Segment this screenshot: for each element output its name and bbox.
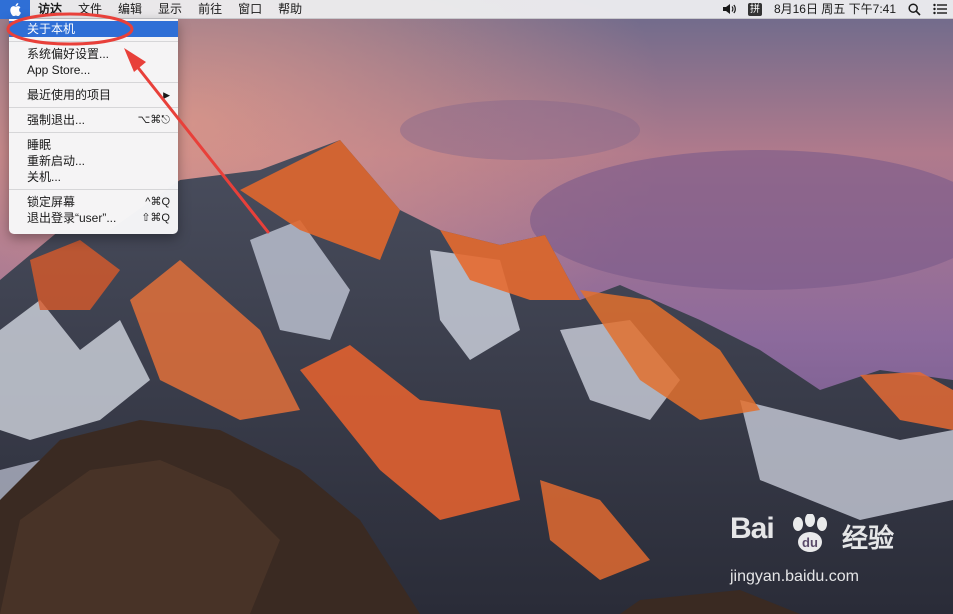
input-method-menu[interactable]: 拼 — [742, 2, 768, 16]
menu-item-recent-items[interactable]: 最近使用的项目 ▶ — [9, 87, 178, 103]
menu-go[interactable]: 前往 — [190, 0, 230, 19]
menu-help[interactable]: 帮助 — [270, 0, 310, 19]
spotlight-button[interactable] — [902, 2, 927, 16]
menu-view[interactable]: 显示 — [150, 0, 190, 19]
notification-center-button[interactable] — [927, 3, 953, 15]
volume-control[interactable] — [716, 3, 742, 15]
menu-item-sleep[interactable]: 睡眠 — [9, 137, 178, 153]
notification-list-icon — [933, 3, 947, 15]
menu-item-label: 关于本机 — [27, 22, 76, 36]
menu-item-system-preferences[interactable]: 系统偏好设置... — [9, 46, 178, 62]
menu-item-force-quit[interactable]: 强制退出... ⌥⌘⎋ — [9, 112, 178, 128]
paw-icon: du — [793, 514, 827, 552]
menu-item-label: 睡眠 — [27, 138, 52, 152]
menu-edit[interactable]: 编辑 — [110, 0, 150, 19]
baidu-jingyan-watermark: Bai du 经验 jingyan.baidu.com — [730, 512, 930, 592]
speaker-icon — [722, 4, 736, 14]
apple-menu-button[interactable] — [0, 0, 30, 19]
menu-item-shortcut: ⌥⌘⎋ — [137, 114, 170, 126]
menu-item-label: 重新启动... — [27, 154, 86, 168]
menu-item-label: 系统偏好设置... — [27, 47, 110, 61]
watermark-url: jingyan.baidu.com — [730, 568, 859, 585]
menu-file[interactable]: 文件 — [70, 0, 110, 19]
magnifier-icon — [908, 2, 921, 16]
menu-item-label: 退出登录“user”... — [27, 211, 117, 225]
menu-item-shortcut: ^⌘Q — [145, 196, 170, 208]
menu-item-log-out[interactable]: 退出登录“user”... ⇧⌘Q — [9, 210, 178, 226]
menu-separator — [9, 82, 178, 83]
menu-separator — [9, 189, 178, 190]
menu-separator — [9, 132, 178, 133]
input-method-indicator: 拼 — [747, 2, 762, 16]
svg-text:du: du — [802, 535, 818, 550]
menu-finder[interactable]: 访达 — [30, 0, 70, 19]
submenu-arrow-icon: ▶ — [163, 90, 170, 100]
menu-item-lock-screen[interactable]: 锁定屏幕 ^⌘Q — [9, 194, 178, 210]
menu-item-shut-down[interactable]: 关机... — [9, 169, 178, 185]
menu-item-label: 强制退出... — [27, 113, 86, 127]
menubar-clock[interactable]: 8月16日 周五 下午7:41 — [768, 0, 902, 19]
menu-item-about-this-mac[interactable]: 关于本机 — [9, 21, 178, 37]
menu-item-shortcut: ⇧⌘Q — [141, 212, 170, 224]
menu-item-label: 锁定屏幕 — [27, 195, 76, 209]
apple-logo-icon — [9, 2, 21, 16]
menu-bar: 访达 文件 编辑 显示 前往 窗口 帮助 拼 8月16日 周五 下午7:41 — [0, 0, 953, 19]
watermark-chinese-text: 经验 — [842, 523, 895, 553]
menu-separator — [9, 107, 178, 108]
menu-item-label: 最近使用的项目 — [27, 88, 112, 102]
menu-window[interactable]: 窗口 — [230, 0, 270, 19]
apple-menu-dropdown: 关于本机 系统偏好设置... App Store... 最近使用的项目 ▶ 强制… — [9, 19, 178, 234]
watermark-logo-text: Bai — [730, 512, 775, 545]
menu-item-label: 关机... — [27, 170, 62, 184]
menu-item-restart[interactable]: 重新启动... — [9, 153, 178, 169]
menu-item-app-store[interactable]: App Store... — [9, 62, 178, 78]
menu-separator — [9, 41, 178, 42]
menu-item-label: App Store... — [27, 63, 91, 77]
